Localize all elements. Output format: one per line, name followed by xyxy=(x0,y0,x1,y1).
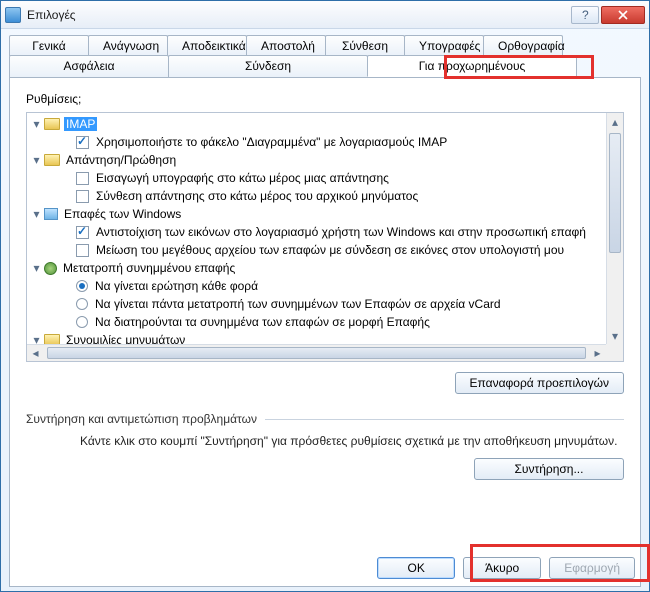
tree-folder[interactable]: ▾ Μετατροπή συνημμένου επαφής xyxy=(31,259,602,277)
folder-icon xyxy=(44,334,60,344)
folder-icon xyxy=(44,154,60,166)
scroll-right-icon[interactable]: ▸ xyxy=(589,345,606,361)
collapse-icon[interactable]: ▾ xyxy=(31,119,42,130)
tree-label: Επαφές των Windows xyxy=(62,207,183,221)
tree-folder[interactable]: ▾ Απάντηση/Πρώθηση xyxy=(31,151,602,169)
tree-item[interactable]: Να διατηρούνται τα συνημμένα των επαφών … xyxy=(31,313,602,331)
maintenance-description: Κάντε κλικ στο κουμπί "Συντήρηση" για πρ… xyxy=(80,434,624,448)
folder-icon xyxy=(44,118,60,130)
help-button[interactable]: ? xyxy=(571,6,599,24)
vscroll-thumb[interactable] xyxy=(609,133,621,253)
tab-row-2: Ασφάλεια Σύνδεση Για προχωρημένους xyxy=(9,55,641,77)
tab-read[interactable]: Ανάγνωση xyxy=(88,35,168,56)
checkbox-control[interactable] xyxy=(76,226,89,239)
app-icon xyxy=(5,7,21,23)
tab-receipts[interactable]: Αποδεικτικά xyxy=(167,35,247,56)
tree-content: ▾ IMAP Χρησιμοποιήστε το φάκελο "Διαγραμμέ… xyxy=(27,113,606,344)
settings-label: Ρυθμίσεις; xyxy=(26,92,81,106)
scroll-left-icon[interactable]: ◂ xyxy=(27,345,44,361)
checkbox-control[interactable] xyxy=(76,244,89,257)
close-button[interactable] xyxy=(601,6,645,24)
tree-label: Απάντηση/Πρώθηση xyxy=(64,153,178,167)
collapse-icon[interactable]: ▾ xyxy=(31,263,42,274)
apply-button[interactable]: Εφαρμογή xyxy=(549,557,635,579)
dialog-buttons: OK Άκυρο Εφαρμογή xyxy=(377,557,635,579)
tree-label: Αντιστοίχιση των εικόνων στο λογαριασμό … xyxy=(94,225,588,239)
tree-folder[interactable]: ▾ Συνομιλίες μηνυμάτων xyxy=(31,331,602,344)
picture-icon xyxy=(44,208,58,220)
tree-label: Συνομιλίες μηνυμάτων xyxy=(64,333,187,344)
help-icon: ? xyxy=(580,10,590,20)
client-area: Γενικά Ανάγνωση Αποδεικτικά Αποστολή Σύν… xyxy=(1,29,649,591)
radio-control[interactable] xyxy=(76,298,88,310)
window-title: Επιλογές xyxy=(27,8,569,22)
tree-item[interactable]: Εισαγωγή υπογραφής στο κάτω μέρος μιας α… xyxy=(31,169,602,187)
tab-general[interactable]: Γενικά xyxy=(9,35,89,56)
collapse-icon[interactable]: ▾ xyxy=(31,209,42,220)
tree-label: Να γίνεται πάντα μετατροπή των συνημμένω… xyxy=(93,297,503,311)
tree-label: Να γίνεται ερώτηση κάθε φορά xyxy=(93,279,260,293)
radio-control[interactable] xyxy=(76,280,88,292)
maintenance-button[interactable]: Συντήρηση... xyxy=(474,458,624,480)
close-icon xyxy=(618,10,628,20)
settings-tree[interactable]: ▾ IMAP Χρησιμοποιήστε το φάκελο "Διαγραμμέ… xyxy=(26,112,624,362)
cancel-button[interactable]: Άκυρο xyxy=(463,557,541,579)
tab-row-1: Γενικά Ανάγνωση Αποδεικτικά Αποστολή Σύν… xyxy=(9,35,641,56)
tree-label: Μετατροπή συνημμένου επαφής xyxy=(61,261,237,275)
tree-folder[interactable]: ▾ Επαφές των Windows xyxy=(31,205,602,223)
tree-item[interactable]: Χρησιμοποιήστε το φάκελο "Διαγραμμένα" μ… xyxy=(31,133,602,151)
tree-label: Να διατηρούνται τα συνημμένα των επαφών … xyxy=(93,315,432,329)
reset-defaults-button[interactable]: Επαναφορά προεπιλογών xyxy=(455,372,624,394)
tab-signatures[interactable]: Υπογραφές xyxy=(404,35,484,56)
svg-text:?: ? xyxy=(582,10,589,20)
collapse-icon[interactable]: ▾ xyxy=(31,155,42,166)
tab-compose[interactable]: Σύνθεση xyxy=(325,35,405,56)
tree-label: Σύνθεση απάντησης στο κάτω μέρος του αρχ… xyxy=(94,189,420,203)
tab-send[interactable]: Αποστολή xyxy=(246,35,326,56)
tab-security[interactable]: Ασφάλεια xyxy=(9,55,169,77)
vertical-scrollbar[interactable]: ▴ ▾ xyxy=(606,113,623,344)
ok-button[interactable]: OK xyxy=(377,557,455,579)
scroll-up-icon[interactable]: ▴ xyxy=(607,113,623,130)
collapse-icon[interactable]: ▾ xyxy=(31,335,42,345)
tabset: Γενικά Ανάγνωση Αποδεικτικά Αποστολή Σύν… xyxy=(9,35,641,587)
tree-label: Μείωση του μεγέθους αρχείου των επαφών μ… xyxy=(94,243,566,257)
tab-advanced[interactable]: Για προχωρημένους xyxy=(367,55,577,77)
tree-item[interactable]: Μείωση του μεγέθους αρχείου των επαφών μ… xyxy=(31,241,602,259)
tree-item[interactable]: Να γίνεται ερώτηση κάθε φορά xyxy=(31,277,602,295)
options-window: Επιλογές ? Γενικά Ανάγνωση Αποδεικτικά Α… xyxy=(0,0,650,592)
group-separator xyxy=(265,419,624,420)
tree-label: Εισαγωγή υπογραφής στο κάτω μέρος μιας α… xyxy=(94,171,391,185)
tab-spelling[interactable]: Ορθογραφία xyxy=(483,35,563,56)
checkbox-control[interactable] xyxy=(76,172,89,185)
scroll-down-icon[interactable]: ▾ xyxy=(607,327,623,344)
maintenance-group-label: Συντήρηση και αντιμετώπιση προβλημάτων xyxy=(26,412,257,426)
titlebar: Επιλογές ? xyxy=(1,1,649,29)
tree-folder[interactable]: ▾ IMAP xyxy=(31,115,602,133)
tree-item[interactable]: Να γίνεται πάντα μετατροπή των συνημμένω… xyxy=(31,295,602,313)
tree-item[interactable]: Σύνθεση απάντησης στο κάτω μέρος του αρχ… xyxy=(31,187,602,205)
checkbox-control[interactable] xyxy=(76,190,89,203)
contact-icon xyxy=(44,262,57,275)
tab-connection[interactable]: Σύνδεση xyxy=(168,55,368,77)
tree-label: IMAP xyxy=(64,117,97,131)
tree-label: Χρησιμοποιήστε το φάκελο "Διαγραμμένα" μ… xyxy=(94,135,449,149)
hscroll-thumb[interactable] xyxy=(47,347,586,359)
horizontal-scrollbar[interactable]: ◂ ▸ xyxy=(27,344,606,361)
maintenance-group: Συντήρηση και αντιμετώπιση προβλημάτων xyxy=(26,412,624,426)
tree-item[interactable]: Αντιστοίχιση των εικόνων στο λογαριασμό … xyxy=(31,223,602,241)
scroll-corner xyxy=(606,344,623,361)
checkbox-control[interactable] xyxy=(76,136,89,149)
advanced-panel: Ρυθμίσεις; ▾ IMAP Χρησιμοποιήστε το φάκελο… xyxy=(9,77,641,587)
radio-control[interactable] xyxy=(76,316,88,328)
